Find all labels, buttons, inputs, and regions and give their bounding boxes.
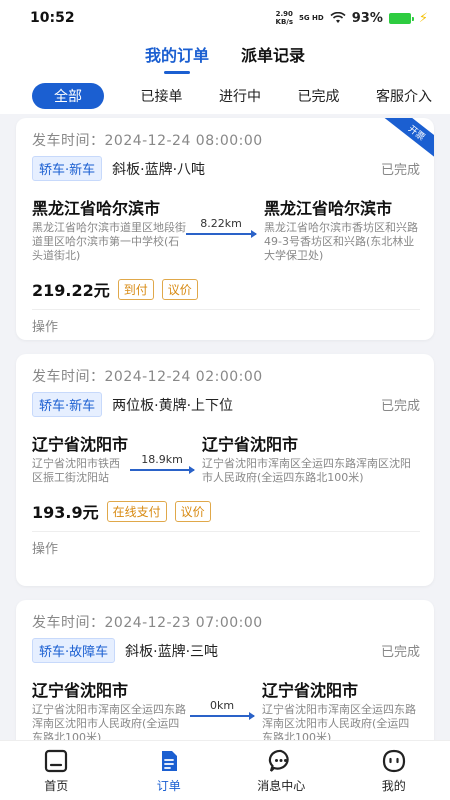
status-time: 10:52 bbox=[30, 10, 75, 26]
pay-type-tag: 在线支付 bbox=[106, 500, 167, 522]
to-address: 黑龙江省哈尔滨市香坊区和兴路49-3号香坊区和兴路(东北林业大学保卫处) bbox=[264, 221, 418, 262]
tab-my-orders[interactable]: 我的订单 bbox=[145, 42, 209, 72]
filter-customer-service[interactable]: 客服介入 bbox=[376, 83, 432, 109]
filter-completed[interactable]: 已完成 bbox=[298, 83, 340, 109]
filter-accepted[interactable]: 已接单 bbox=[141, 83, 183, 109]
to-address: 辽宁省沈阳市浑南区全运四东路浑南区沈阳市人民政府(全运四东路北100米) bbox=[202, 457, 411, 484]
filter-all[interactable]: 全部 bbox=[32, 83, 104, 109]
nav-messages[interactable]: 消息中心 bbox=[241, 748, 321, 794]
vehicle-spec: 斜板·蓝牌·三吨 bbox=[125, 643, 219, 660]
price: 193.9元 bbox=[32, 503, 99, 522]
distance: 0km bbox=[190, 681, 255, 720]
top-tabs: 我的订单 派单记录 bbox=[0, 36, 450, 78]
depart-time: 发车时间：2024-12-23 07:00:00 bbox=[32, 615, 263, 631]
filter-bar: 全部 已接单 进行中 已完成 客服介入 bbox=[0, 78, 450, 114]
distance: 8.22km bbox=[186, 199, 257, 238]
order-status: 已完成 bbox=[380, 163, 420, 178]
operation-button[interactable]: 操作 bbox=[32, 538, 420, 557]
route: 辽宁省沈阳市 辽宁省沈阳市浑南区全运四东路浑南区沈阳市人民政府(全运四东路北10… bbox=[32, 681, 420, 740]
to-city: 黑龙江省哈尔滨市 bbox=[264, 199, 393, 218]
message-icon bbox=[269, 749, 289, 772]
route: 辽宁省沈阳市 辽宁省沈阳市铁西区振工街沈阳站 18.9km 辽宁省沈阳市 辽宁省… bbox=[32, 435, 420, 485]
operation-button[interactable]: 操作 bbox=[32, 316, 420, 335]
nav-home[interactable]: 首页 bbox=[16, 748, 96, 794]
invoice-badge: 开票 bbox=[378, 118, 434, 158]
pay-type-tag: 到付 bbox=[117, 278, 154, 300]
battery-percent: 93% bbox=[351, 10, 383, 26]
order-card[interactable]: 开票 发车时间：2024-12-24 08:00:00 轿车·新车 斜板·蓝牌·… bbox=[16, 118, 434, 340]
route: 黑龙江省哈尔滨市 黑龙江省哈尔滨市道里区地段街道里区哈尔滨市第一中学校(石头道街… bbox=[32, 199, 420, 263]
vehicle-spec: 两位板·黄牌·上下位 bbox=[112, 397, 234, 414]
nav-profile-label: 我的 bbox=[381, 778, 406, 793]
profile-icon bbox=[382, 749, 405, 772]
home-icon bbox=[45, 749, 68, 772]
order-card[interactable]: 发车时间：2024-12-23 07:00:00 轿车·故障车 斜板·蓝牌·三吨… bbox=[16, 600, 434, 740]
car-type-tag: 轿车·故障车 bbox=[32, 638, 116, 663]
from-city: 辽宁省沈阳市 bbox=[32, 681, 129, 700]
bottom-nav: 首页 订单 消息中心 我的 bbox=[0, 740, 450, 800]
distance: 18.9km bbox=[130, 435, 195, 474]
depart-time: 发车时间：2024-12-24 02:00:00 bbox=[32, 369, 263, 385]
order-card[interactable]: 发车时间：2024-12-24 02:00:00 轿车·新车 两位板·黄牌·上下… bbox=[16, 354, 434, 586]
filter-in-progress[interactable]: 进行中 bbox=[219, 83, 261, 109]
route-arrow-icon bbox=[186, 230, 257, 238]
price: 219.22元 bbox=[32, 281, 110, 300]
from-address: 辽宁省沈阳市铁西区振工街沈阳站 bbox=[32, 457, 120, 484]
to-city: 辽宁省沈阳市 bbox=[202, 435, 299, 454]
divider bbox=[32, 309, 420, 310]
net-speed: 2.90 KB/s bbox=[275, 10, 293, 26]
from-address: 黑龙江省哈尔滨市道里区地段街道里区哈尔滨市第一中学校(石头道街北) bbox=[32, 221, 186, 262]
order-icon bbox=[161, 750, 177, 771]
vehicle-spec: 斜板·蓝牌·八吨 bbox=[112, 161, 206, 178]
order-list[interactable]: 开票 发车时间：2024-12-24 08:00:00 轿车·新车 斜板·蓝牌·… bbox=[0, 114, 450, 740]
charging-bolt-icon: ⚡ bbox=[418, 10, 428, 26]
nav-messages-label: 消息中心 bbox=[257, 778, 306, 793]
route-arrow-icon bbox=[130, 466, 195, 474]
car-type-tag: 轿车·新车 bbox=[32, 156, 103, 181]
order-status: 已完成 bbox=[380, 645, 420, 660]
nav-home-label: 首页 bbox=[44, 778, 69, 793]
order-status: 已完成 bbox=[380, 399, 420, 414]
status-icons: 2.90 KB/s 5G HD 93% ⚡ bbox=[276, 10, 428, 26]
to-city: 辽宁省沈阳市 bbox=[262, 681, 359, 700]
nav-orders[interactable]: 订单 bbox=[129, 748, 209, 794]
from-address: 辽宁省沈阳市浑南区全运四东路浑南区沈阳市人民政府(全运四东路北100米) bbox=[32, 703, 186, 740]
negotiable-tag: 议价 bbox=[174, 500, 211, 522]
from-city: 辽宁省沈阳市 bbox=[32, 435, 129, 454]
tab-dispatch-records[interactable]: 派单记录 bbox=[241, 42, 305, 72]
nav-profile[interactable]: 我的 bbox=[354, 748, 434, 794]
negotiable-tag: 议价 bbox=[161, 278, 198, 300]
divider bbox=[32, 531, 420, 532]
depart-time: 发车时间：2024-12-24 08:00:00 bbox=[32, 133, 263, 149]
battery-icon bbox=[388, 12, 414, 24]
status-bar: 10:52 2.90 KB/s 5G HD 93% ⚡ bbox=[0, 0, 450, 36]
route-arrow-icon bbox=[190, 712, 255, 720]
wifi-icon bbox=[330, 12, 346, 23]
to-address: 辽宁省沈阳市浑南区全运四东路浑南区沈阳市人民政府(全运四东路北100米) bbox=[262, 703, 416, 740]
from-city: 黑龙江省哈尔滨市 bbox=[32, 199, 161, 218]
car-type-tag: 轿车·新车 bbox=[32, 392, 103, 417]
net-type: 5G HD bbox=[299, 14, 324, 22]
nav-orders-label: 订单 bbox=[156, 778, 181, 793]
